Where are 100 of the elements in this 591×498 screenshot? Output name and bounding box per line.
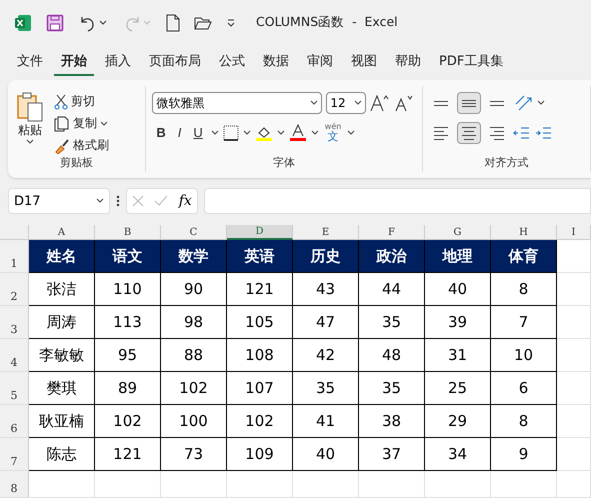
grow-font-icon[interactable] (370, 94, 390, 112)
chevron-icon (537, 100, 545, 106)
table-cell: 樊琪 (29, 372, 95, 405)
group-label: 剪贴板 (60, 155, 94, 171)
ribbon-tab[interactable]: 插入 (98, 48, 138, 76)
table-cell: 47 (293, 306, 359, 339)
align-icon (434, 126, 448, 140)
font-name-field[interactable]: 微软雅黑 (152, 92, 322, 114)
row-number[interactable]: 8 (0, 471, 29, 498)
header-cell: 语文 (95, 240, 161, 273)
column-header[interactable]: E (293, 225, 359, 240)
name-box[interactable]: D17 (8, 188, 110, 214)
table-cell: 102 (227, 405, 293, 438)
ribbon-tab[interactable]: 开始 (54, 48, 94, 76)
table-cell: 张洁 (29, 273, 95, 306)
window-title: COLUMNS函数 - Excel (256, 14, 398, 31)
chevron-icon (26, 139, 34, 145)
ribbon-tab[interactable]: 帮助 (388, 48, 428, 76)
ribbon-tab[interactable]: 文件 (10, 48, 50, 76)
row-number[interactable]: 5 (0, 372, 29, 405)
ribbon-tab[interactable]: 数据 (256, 48, 296, 76)
empty-cell (425, 471, 491, 498)
table-cell: 38 (359, 405, 425, 438)
header-cell: 体育 (491, 240, 557, 273)
column-header[interactable]: B (95, 225, 161, 240)
header-cell: 地理 (425, 240, 491, 273)
ribbon-tab[interactable]: 视图 (344, 48, 384, 76)
column-header[interactable]: D (227, 225, 293, 240)
bold-button[interactable]: B (152, 125, 170, 140)
new-file-icon[interactable] (166, 14, 180, 32)
check-icon[interactable] (154, 195, 168, 207)
empty-cell (557, 471, 591, 498)
column-header[interactable]: I (557, 225, 591, 240)
row-number[interactable]: 1 (0, 240, 29, 273)
font-size-field[interactable]: 12 (326, 92, 366, 114)
chevron-icon (242, 130, 251, 136)
save-icon[interactable] (46, 14, 64, 32)
table-cell: 35 (359, 372, 425, 405)
chevron-icon (276, 130, 285, 136)
table-cell: 耿亚楠 (29, 405, 95, 438)
chevron-icon (354, 100, 362, 106)
column-header[interactable]: A (29, 225, 95, 240)
table-cell: 102 (95, 405, 161, 438)
align-icon (434, 100, 448, 106)
table-cell: 40 (425, 273, 491, 306)
table-cell: 121 (95, 438, 161, 471)
italic-button[interactable]: I (174, 125, 186, 140)
ribbon-tab[interactable]: PDF工具集 (432, 48, 510, 76)
orientation-icon[interactable] (513, 94, 533, 112)
table-cell: 43 (293, 273, 359, 306)
table-cell: 102 (161, 372, 227, 405)
align-center-button[interactable] (457, 122, 481, 144)
table-cell: 105 (227, 306, 293, 339)
font-color-icon[interactable] (288, 124, 307, 142)
table-cell: 8 (491, 405, 557, 438)
underline-button[interactable]: U (189, 125, 207, 140)
table-cell: 陈志 (29, 438, 95, 471)
shrink-font-icon[interactable] (394, 94, 414, 112)
ribbon-tab[interactable]: 公式 (212, 48, 252, 76)
column-header[interactable]: F (359, 225, 425, 240)
empty-cell (359, 471, 425, 498)
empty-cell (227, 471, 293, 498)
more-icon[interactable] (116, 194, 120, 208)
column-header[interactable]: C (161, 225, 227, 240)
row-number[interactable]: 7 (0, 438, 29, 471)
table-cell: 37 (359, 438, 425, 471)
column-header[interactable]: G (425, 225, 491, 240)
table-cell: 周涛 (29, 306, 95, 339)
table-cell: 9 (491, 438, 557, 471)
formula-field[interactable] (204, 188, 591, 214)
table-cell: 李敏敏 (29, 339, 95, 372)
table-cell: 113 (95, 306, 161, 339)
phonetic-button[interactable]: wén 文 (322, 122, 344, 143)
cut-button[interactable]: 剪切 (52, 92, 111, 111)
customize-icon[interactable] (226, 18, 236, 28)
copy-button[interactable]: 复制 (52, 114, 111, 133)
borders-icon[interactable] (222, 124, 239, 140)
table-cell: 110 (95, 273, 161, 306)
ribbon-tab[interactable]: 审阅 (300, 48, 340, 76)
column-header[interactable]: H (491, 225, 557, 240)
ribbon-tab[interactable]: 页面布局 (142, 48, 208, 76)
table-cell: 40 (293, 438, 359, 471)
middle-align-button[interactable] (457, 92, 481, 114)
row-number[interactable]: 3 (0, 306, 29, 339)
table-cell: 7 (491, 306, 557, 339)
header-cell: 英语 (227, 240, 293, 273)
row-number[interactable]: 4 (0, 339, 29, 372)
format-painter-button[interactable]: 格式刷 (52, 136, 111, 155)
table-cell: 31 (425, 339, 491, 372)
align-icon (462, 100, 476, 106)
empty-cell (95, 471, 161, 498)
table-cell: 73 (161, 438, 227, 471)
folder-icon[interactable] (194, 14, 212, 30)
table-cell: 95 (95, 339, 161, 372)
chevron-icon (310, 130, 319, 136)
row-number[interactable]: 2 (0, 273, 29, 306)
table-cell: 25 (425, 372, 491, 405)
paste-button[interactable]: 粘贴 (14, 92, 46, 155)
row-number[interactable]: 6 (0, 405, 29, 438)
insert-function-button[interactable]: fx (178, 193, 192, 209)
